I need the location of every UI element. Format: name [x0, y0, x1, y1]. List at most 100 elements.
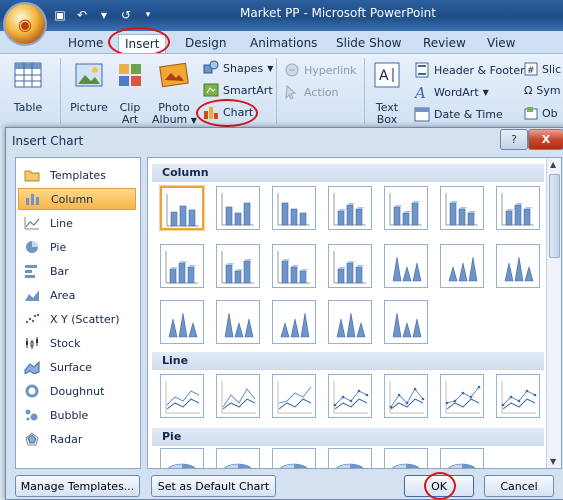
chart-subtype-thumbnail[interactable]	[440, 244, 484, 288]
date-time-button[interactable]: Date & Time	[414, 106, 503, 122]
chart-subtype-thumbnail[interactable]	[328, 300, 372, 344]
chart-type-line[interactable]: Line	[18, 212, 136, 234]
dropdown-arrow-icon[interactable]: ▼	[96, 7, 112, 23]
chart-type-scatter[interactable]: X Y (Scatter)	[18, 308, 136, 330]
chart-type-column[interactable]: Column	[18, 188, 136, 210]
chart-type-templates[interactable]: Templates	[18, 164, 136, 186]
tab-home[interactable]: Home	[68, 34, 103, 52]
chart-subtype-thumbnail[interactable]	[384, 448, 428, 468]
surface-chart-icon	[24, 360, 40, 374]
folder-icon	[24, 168, 40, 182]
object-button[interactable]: Ob	[524, 106, 558, 120]
help-button[interactable]: ?	[500, 129, 528, 150]
redo-icon[interactable]: ↺	[118, 7, 134, 23]
chart-type-area[interactable]: Area	[18, 284, 136, 306]
shapes-icon	[203, 60, 219, 74]
photo-album-button[interactable]: Photo Album ▼	[152, 62, 197, 127]
chart-type-bubble[interactable]: Bubble	[18, 404, 136, 426]
wordart-button[interactable]: A WordArt ▼	[414, 84, 489, 100]
ribbon-separator	[276, 58, 277, 124]
chart-subtype-thumbnail[interactable]	[496, 244, 540, 288]
text-box-button[interactable]: A Text Box	[371, 62, 403, 126]
wordart-icon: A	[414, 84, 426, 100]
area-chart-icon	[24, 288, 40, 302]
chart-subtype-thumbnail[interactable]	[440, 374, 484, 418]
chart-subtype-thumbnail[interactable]	[160, 186, 204, 230]
close-button[interactable]: X	[528, 129, 563, 150]
chart-subtype-thumbnail[interactable]	[272, 186, 316, 230]
chart-subtype-thumbnail[interactable]	[384, 374, 428, 418]
manage-templates-button[interactable]: Manage Templates...	[15, 475, 140, 497]
chart-subtype-thumbnail[interactable]	[160, 300, 204, 344]
line-chart-icon	[24, 216, 40, 230]
chart-subtype-thumbnail[interactable]	[272, 448, 316, 468]
scroll-down-icon[interactable]: ▼	[550, 457, 556, 466]
chart-subtype-thumbnail[interactable]	[328, 244, 372, 288]
chart-subtype-thumbnail[interactable]	[216, 448, 260, 468]
chart-subtype-thumbnail[interactable]	[272, 300, 316, 344]
chart-subtype-thumbnail[interactable]	[160, 244, 204, 288]
radar-chart-icon	[24, 432, 40, 446]
action-button[interactable]: Action	[284, 84, 338, 100]
chart-type-surface[interactable]: Surface	[18, 356, 136, 378]
chart-type-radar[interactable]: Radar	[18, 428, 136, 450]
customize-qat-icon[interactable]: ▾	[140, 7, 156, 23]
hyperlink-icon	[285, 63, 299, 77]
table-button[interactable]: Table	[12, 62, 44, 114]
chart-subtype-thumbnail[interactable]	[496, 186, 540, 230]
chart-subtype-thumbnail[interactable]	[384, 300, 428, 344]
svg-text:A: A	[414, 84, 426, 100]
picture-button[interactable]: Picture	[68, 62, 110, 114]
gallery-scrollbar[interactable]: ▲ ▼	[546, 158, 561, 468]
chart-type-pie[interactable]: Pie	[18, 236, 136, 258]
chart-subtype-thumbnail[interactable]	[328, 186, 372, 230]
chart-subtype-thumbnail[interactable]	[272, 244, 316, 288]
shapes-button[interactable]: Shapes ▼	[203, 60, 273, 76]
pie-chart-icon	[24, 240, 40, 254]
chart-subtype-thumbnail[interactable]	[384, 244, 428, 288]
chart-subtype-thumbnail[interactable]	[440, 186, 484, 230]
hyperlink-button[interactable]: Hyperlink	[284, 62, 357, 78]
symbol-button[interactable]: Ω Sym	[524, 84, 561, 97]
clip-art-icon	[119, 64, 141, 86]
header-footer-button[interactable]: Header & Footer	[414, 62, 525, 78]
svg-text:#: #	[527, 66, 535, 76]
chart-subtype-thumbnail[interactable]	[272, 374, 316, 418]
chart-type-bar[interactable]: Bar	[18, 260, 136, 282]
chart-subtype-thumbnail[interactable]	[384, 186, 428, 230]
chart-subtype-thumbnail[interactable]	[160, 374, 204, 418]
slide-number-icon: #	[524, 62, 538, 76]
chart-subtype-thumbnail[interactable]	[328, 374, 372, 418]
ribbon-tab-row: Home Insert Design Animations Slide Show…	[0, 27, 563, 57]
save-icon[interactable]: ▣	[52, 7, 68, 23]
chart-type-doughnut[interactable]: Doughnut	[18, 380, 136, 402]
chart-subtype-thumbnail[interactable]	[440, 448, 484, 468]
chart-type-stock[interactable]: Stock	[18, 332, 136, 354]
chart-subtype-thumbnail[interactable]	[216, 374, 260, 418]
tab-slide-show[interactable]: Slide Show	[336, 34, 401, 52]
insert-chart-dialog: Insert Chart ? X Templates Column Line P…	[5, 127, 563, 500]
clip-art-button[interactable]: Clip Art	[114, 62, 146, 126]
chart-subtype-thumbnail[interactable]	[216, 186, 260, 230]
tab-review[interactable]: Review	[423, 34, 466, 52]
tab-animations[interactable]: Animations	[250, 34, 317, 52]
chart-subtype-thumbnail[interactable]	[496, 374, 540, 418]
set-as-default-chart-button[interactable]: Set as Default Chart	[151, 475, 276, 497]
tab-view[interactable]: View	[487, 34, 515, 52]
scrollbar-thumb[interactable]	[549, 174, 560, 258]
scroll-up-icon[interactable]: ▲	[550, 160, 556, 169]
cancel-button[interactable]: Cancel	[484, 475, 554, 497]
chart-subtype-thumbnail[interactable]	[160, 448, 204, 468]
chart-subtype-thumbnail[interactable]	[216, 244, 260, 288]
office-button[interactable]: ◉	[5, 4, 45, 44]
object-icon	[524, 107, 538, 120]
smartart-button[interactable]: SmartArt	[203, 82, 273, 98]
tab-design[interactable]: Design	[185, 34, 226, 52]
column-chart-icon	[25, 192, 41, 206]
ribbon-separator	[60, 58, 61, 124]
undo-icon[interactable]: ↶	[74, 7, 90, 23]
chart-subtype-thumbnail[interactable]	[328, 448, 372, 468]
chart-subtype-thumbnail[interactable]	[216, 300, 260, 344]
ribbon: Table Picture Clip Art Photo Album ▼ Sha…	[0, 53, 563, 129]
slide-number-button[interactable]: # Slic	[524, 62, 561, 76]
